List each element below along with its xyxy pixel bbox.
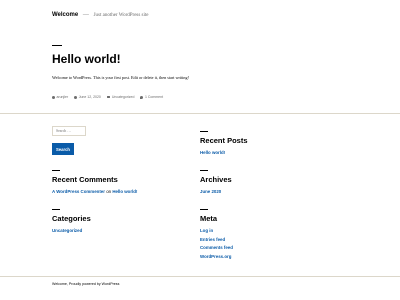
meta-entries-feed-link[interactable]: Entries feed — [200, 237, 225, 242]
recent-comment-item: A WordPress Commenter on Hello world! — [52, 189, 137, 194]
post-author-name[interactable]: arunjler — [57, 95, 69, 99]
post-comments[interactable]: 1 Comment — [140, 95, 163, 99]
recent-comments-title: Recent Comments — [52, 175, 118, 184]
widget-separator — [52, 170, 60, 171]
widget-separator — [200, 131, 208, 132]
recent-posts-title: Recent Posts — [200, 136, 248, 145]
meta-title: Meta — [200, 214, 218, 223]
post-separator — [52, 45, 62, 46]
site-footer: Welcome, Proudly powered by WordPress — [52, 282, 120, 286]
recent-post-link[interactable]: Hello world! — [200, 150, 225, 155]
post-category[interactable]: Uncategorized — [106, 95, 135, 99]
title-separator: — — [82, 12, 89, 18]
widget-separator — [200, 170, 208, 171]
site-branding: Welcome — Just another WordPress site — [52, 12, 149, 18]
footer-divider — [0, 276, 400, 277]
search-input[interactable] — [52, 126, 86, 136]
widget-separator — [200, 209, 208, 210]
comment-post-link[interactable]: Hello world! — [112, 189, 137, 194]
site-tagline: Just another WordPress site — [93, 13, 149, 18]
folder-icon — [106, 95, 111, 99]
site-title[interactable]: Welcome — [52, 12, 78, 18]
post-meta: arunjler June 12, 2020 Uncategorized 1 C… — [52, 95, 163, 99]
meta-wordpress-org-link[interactable]: WordPress.org — [200, 254, 231, 259]
post-category-text[interactable]: Uncategorized — [112, 95, 135, 99]
post-content: Welcome to WordPress. This is your first… — [52, 75, 189, 80]
content-divider — [0, 113, 400, 114]
meta-login-link[interactable]: Log in — [200, 228, 213, 233]
user-icon — [52, 95, 55, 99]
categories-title: Categories — [52, 214, 91, 223]
comment-author-link[interactable]: A WordPress Commenter — [52, 189, 105, 194]
post-comments-text[interactable]: 1 Comment — [145, 95, 163, 99]
archive-link[interactable]: June 2020 — [200, 189, 221, 194]
search-button[interactable]: Search — [52, 143, 74, 155]
comment-icon — [140, 95, 144, 99]
widget-separator — [52, 209, 60, 210]
meta-comments-feed-link[interactable]: Comments feed — [200, 245, 233, 250]
clock-icon — [74, 95, 78, 99]
archives-title: Archives — [200, 175, 232, 184]
post-author[interactable]: arunjler — [52, 95, 68, 99]
post-date-text[interactable]: June 12, 2020 — [79, 95, 101, 99]
post-title[interactable]: Hello world! — [52, 52, 121, 66]
category-link[interactable]: Uncategorized — [52, 228, 82, 233]
post-date[interactable]: June 12, 2020 — [74, 95, 101, 99]
comment-on-text: on — [106, 189, 112, 194]
